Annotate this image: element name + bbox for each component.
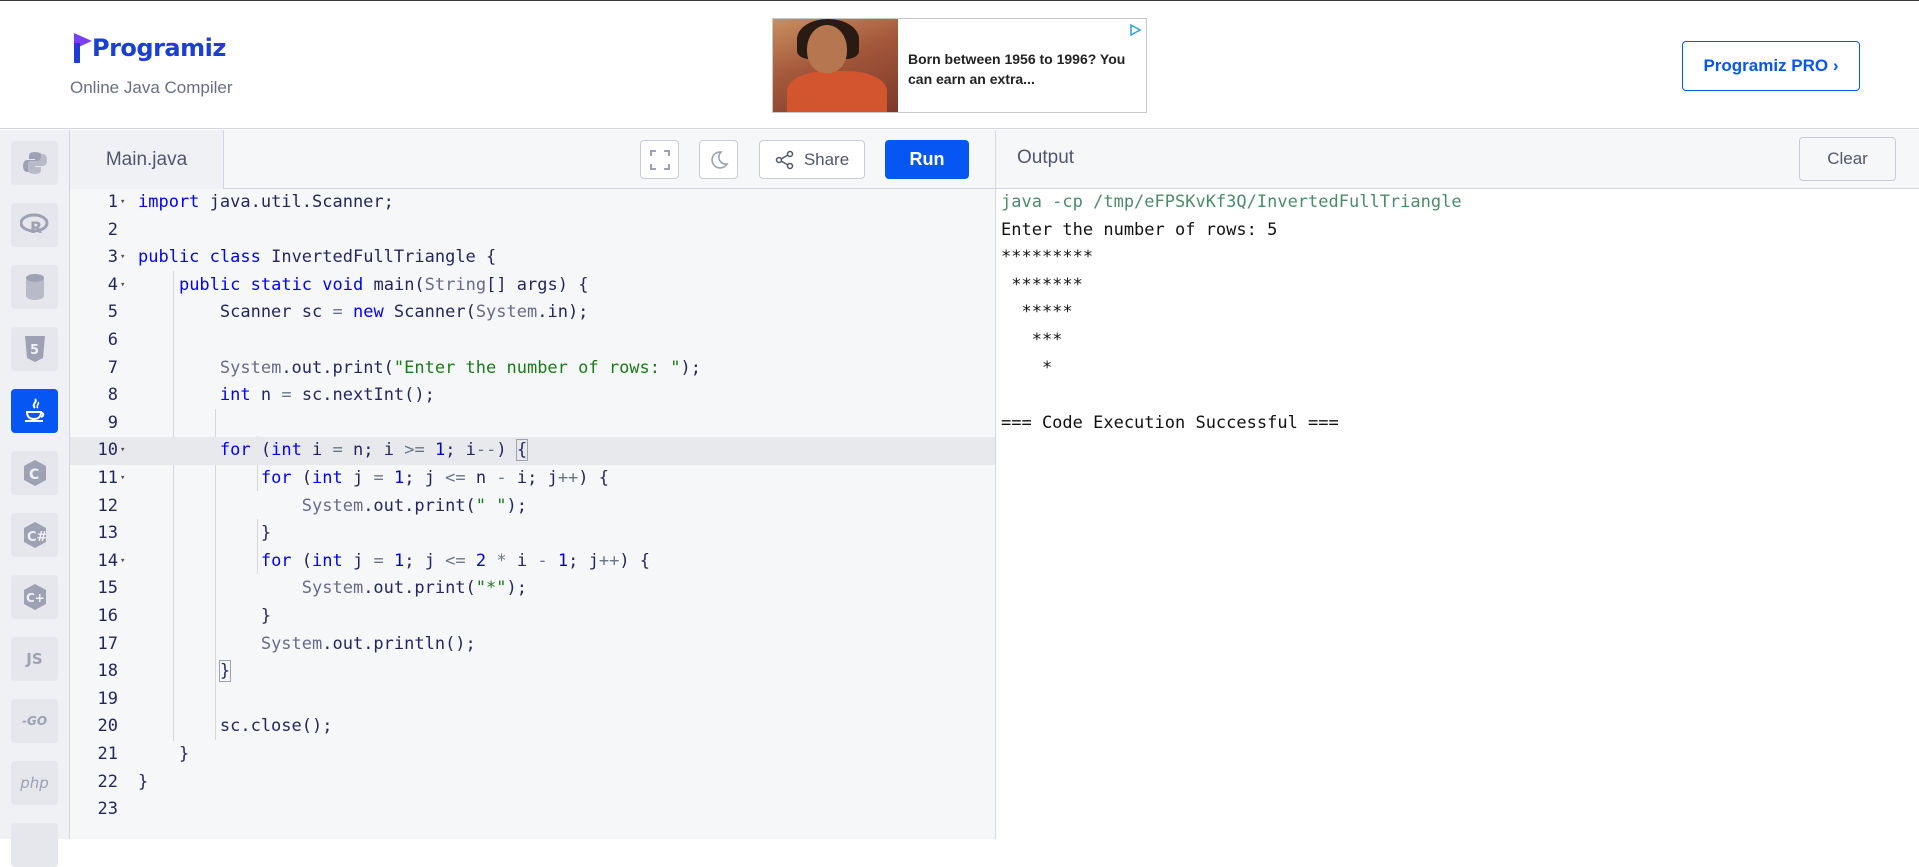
- output-line: *****: [1001, 302, 1073, 323]
- code-line-active: 10 ▾ for (int i = n; i >= 1; i--) {: [70, 437, 995, 465]
- html5-icon[interactable]: 5: [11, 327, 58, 371]
- output-console[interactable]: java -cp /tmp/eFPSKvKf3Q/InvertedFullTri…: [996, 189, 1919, 839]
- code-line: 15 System.out.print("*");: [97, 578, 527, 599]
- go-icon[interactable]: -GO: [11, 699, 58, 743]
- svg-text:C+: C+: [26, 591, 45, 605]
- share-label: Share: [803, 149, 850, 169]
- code-line: 3 ▾ public class InvertedFullTriangle {: [107, 247, 497, 268]
- code-line: 13 }: [97, 523, 272, 544]
- page-subtitle: Online Java Compiler: [70, 78, 233, 97]
- svg-text:C#: C#: [27, 530, 48, 545]
- more-languages-icon[interactable]: [11, 823, 58, 867]
- code-line: 18 }: [97, 660, 232, 683]
- ad-text: Born between 1956 to 1996? You can earn …: [908, 51, 1126, 87]
- output-line: java -cp /tmp/eFPSKvKf3Q/InvertedFullTri…: [1001, 192, 1462, 212]
- code-line: 5 Scanner sc = new Scanner(System.in);: [107, 302, 589, 323]
- site-header: Programiz Online Java Compiler Born betw…: [0, 1, 1919, 129]
- adchoices-icon[interactable]: [1128, 23, 1142, 37]
- share-icon: [775, 150, 794, 169]
- output-title: Output: [1017, 147, 1075, 168]
- code-line: 4 ▾ public static void main(String[] args…: [107, 274, 589, 295]
- code-line: 9: [107, 412, 118, 433]
- output-status-line: === Code Execution Successful ===: [1001, 412, 1339, 433]
- output-line: *******: [1001, 274, 1083, 295]
- code-line: 19: [97, 688, 118, 709]
- code-line: 17 System.out.println();: [97, 633, 476, 654]
- output-line: ***: [1001, 330, 1063, 350]
- code-line: 7 System.out.print("Enter the number of …: [107, 357, 701, 378]
- code-line: 23: [97, 799, 118, 820]
- sql-icon[interactable]: [11, 265, 58, 309]
- code-line: 21 }: [97, 744, 190, 764]
- output-toolbar: Output Clear: [996, 130, 1919, 189]
- clear-button[interactable]: Clear: [1799, 137, 1896, 181]
- editor-toolbar: Main.java Share Run: [70, 130, 995, 189]
- csharp-icon[interactable]: C#: [11, 513, 58, 557]
- code-line: 22}: [97, 771, 149, 792]
- language-sidebar: R 5 C C# C+ JS -GO php: [0, 130, 70, 867]
- svg-text:C: C: [29, 467, 39, 483]
- code-line: 1 ▾ import java.util.Scanner;: [107, 192, 394, 212]
- output-line: Enter the number of rows: 5: [1001, 219, 1278, 240]
- code-line: 16 }: [97, 606, 272, 626]
- code-line: 20 sc.close();: [97, 716, 333, 737]
- output-line: *********: [1001, 247, 1094, 268]
- code-line: 6: [107, 330, 118, 350]
- programiz-pro-button[interactable]: Programiz PRO ›: [1682, 41, 1860, 91]
- moon-icon: [710, 150, 729, 169]
- tab-main-java[interactable]: Main.java: [70, 130, 224, 189]
- code-editor[interactable]: 1 ▾ import java.util.Scanner; 2 3 ▾ public c…: [70, 189, 995, 839]
- run-button[interactable]: Run: [885, 140, 969, 179]
- c-icon[interactable]: C: [11, 451, 58, 495]
- code-line: 14 ▾ for (int j = 1; j <= 2 * i - 1; j++)…: [97, 550, 651, 571]
- programiz-logo[interactable]: Programiz: [72, 31, 226, 65]
- python-icon[interactable]: [11, 141, 58, 185]
- r-icon[interactable]: R: [11, 203, 58, 247]
- logo-text: Programiz: [92, 34, 226, 62]
- svg-text:5: 5: [30, 343, 39, 358]
- code-line: 2: [107, 219, 118, 240]
- code-line: 12 System.out.print(" ");: [97, 495, 527, 516]
- php-icon[interactable]: php: [11, 761, 58, 805]
- advertisement-banner[interactable]: Born between 1956 to 1996? You can earn …: [772, 18, 1147, 113]
- fullscreen-button[interactable]: [640, 140, 679, 179]
- fullscreen-icon: [649, 149, 670, 170]
- ad-image: [773, 19, 898, 112]
- theme-toggle-button[interactable]: [699, 140, 738, 179]
- programiz-logo-icon: [72, 31, 94, 65]
- code-line: 11 ▾ for (int j = 1; j <= n - i; j++) {: [97, 468, 610, 488]
- svg-text:R: R: [30, 218, 42, 237]
- code-line: 8 int n = sc.nextInt();: [107, 385, 435, 406]
- java-icon[interactable]: [11, 389, 58, 433]
- javascript-icon[interactable]: JS: [11, 637, 58, 681]
- cpp-icon[interactable]: C+: [11, 575, 58, 619]
- output-line: *: [1001, 357, 1053, 378]
- share-button[interactable]: Share: [759, 140, 865, 179]
